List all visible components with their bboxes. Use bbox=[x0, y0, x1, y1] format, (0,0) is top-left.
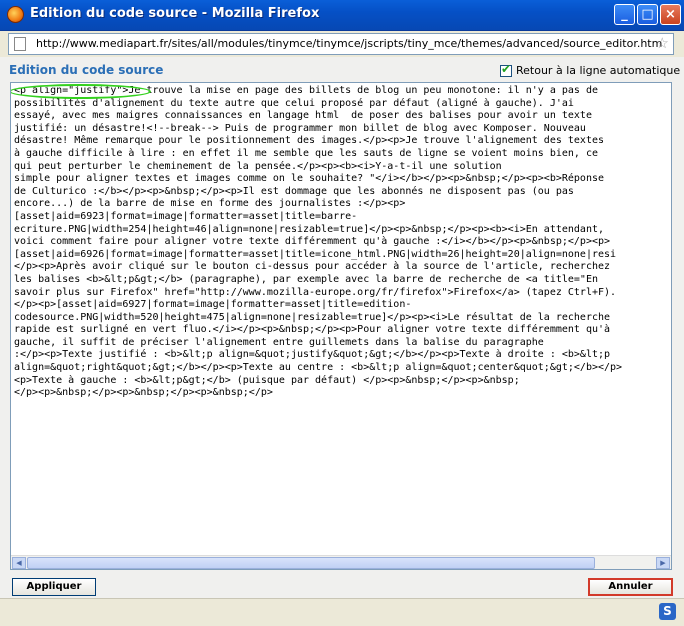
word-wrap-toggle[interactable]: ✔ Retour à la ligne automatique bbox=[500, 61, 681, 77]
source-code-textarea[interactable]: <p align="justify">Je trouve la mise en … bbox=[10, 82, 672, 570]
apply-button[interactable]: Appliquer bbox=[12, 578, 96, 596]
scrollbar-thumb[interactable] bbox=[27, 557, 595, 569]
minimize-button[interactable]: _ bbox=[614, 4, 635, 25]
word-wrap-label: Retour à la ligne automatique bbox=[516, 64, 681, 77]
status-icon: S bbox=[659, 603, 676, 620]
close-button[interactable]: × bbox=[660, 4, 681, 25]
window-title: Edition du code source - Mozilla Firefox bbox=[30, 6, 320, 21]
url-text[interactable]: http://www.mediapart.fr/sites/all/module… bbox=[36, 37, 662, 50]
checkmark-icon: ✔ bbox=[501, 61, 512, 76]
url-bar[interactable]: http://www.mediapart.fr/sites/all/module… bbox=[8, 33, 674, 55]
dialog-heading: Edition du code source bbox=[9, 63, 164, 77]
word-wrap-checkbox[interactable]: ✔ bbox=[500, 61, 512, 77]
cancel-button[interactable]: Annuler bbox=[588, 578, 673, 596]
horizontal-scrollbar[interactable]: ◀ ▶ bbox=[11, 555, 671, 569]
status-bar: S bbox=[0, 598, 684, 626]
scroll-left-arrow-icon[interactable]: ◀ bbox=[12, 557, 26, 569]
source-code-text[interactable]: <p align="justify">Je trouve la mise en … bbox=[14, 85, 671, 555]
firefox-icon bbox=[7, 6, 24, 23]
page-icon bbox=[14, 37, 26, 51]
maximize-button[interactable]: □ bbox=[637, 4, 658, 25]
title-bar: Edition du code source - Mozilla Firefox… bbox=[0, 0, 684, 31]
dialog-content: Edition du code source ✔ Retour à la lig… bbox=[0, 57, 684, 626]
scroll-right-arrow-icon[interactable]: ▶ bbox=[656, 557, 670, 569]
bookmark-star-icon[interactable]: ☆ bbox=[656, 34, 669, 52]
